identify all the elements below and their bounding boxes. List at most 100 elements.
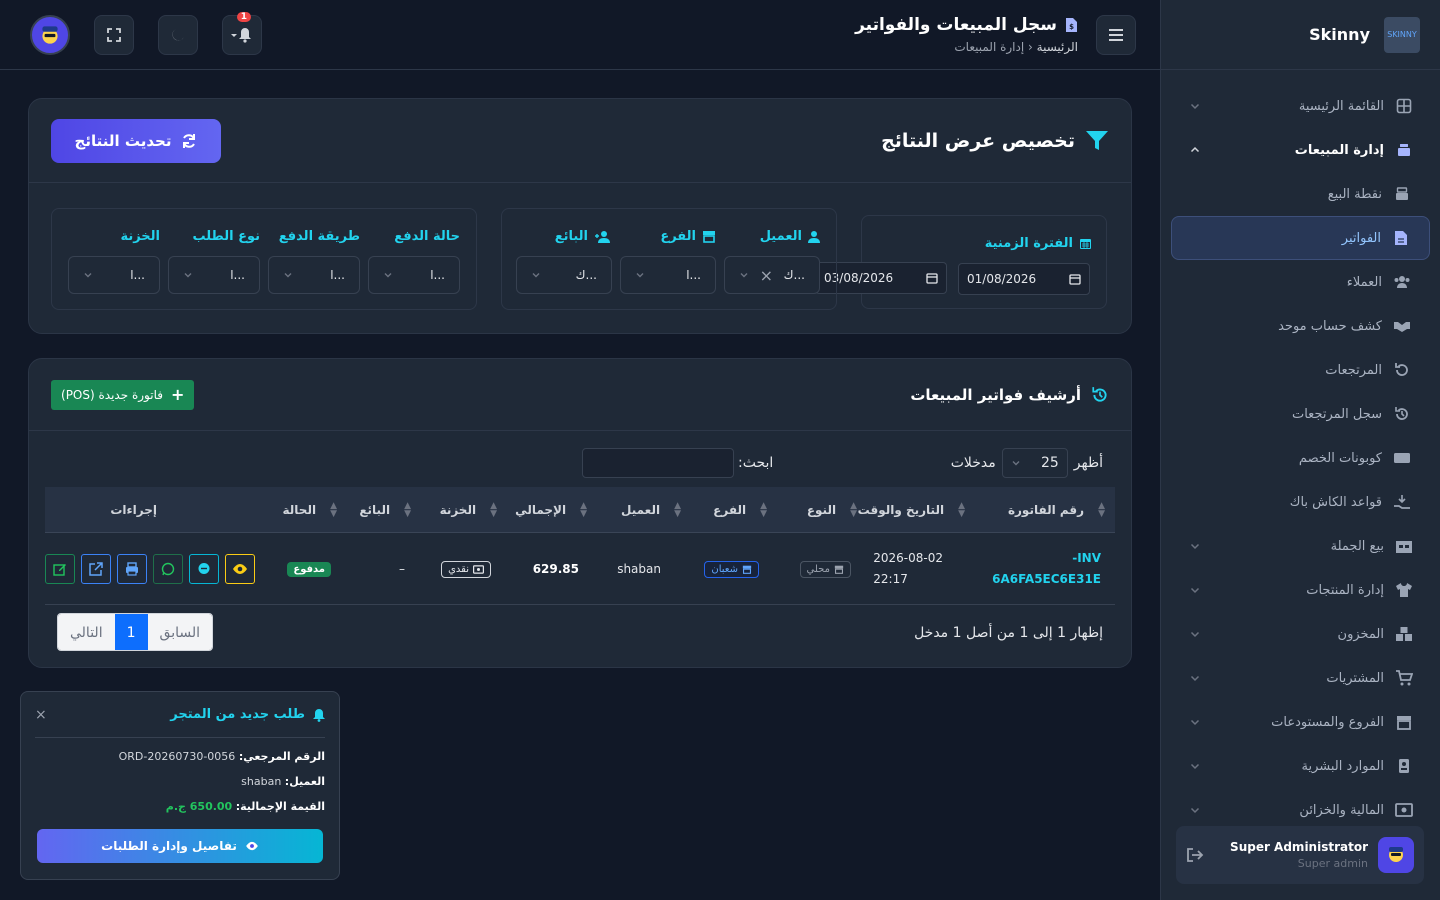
calendar-picker-icon[interactable] — [1069, 273, 1081, 285]
sidebar-item-dashboard[interactable]: القائمة الرئيسية — [1171, 84, 1430, 128]
cell-status: مدفوع — [287, 533, 331, 605]
sidebar-item-pos[interactable]: نقطة البيع — [1171, 172, 1430, 216]
sidebar-item-purchases[interactable]: المشتريات — [1171, 656, 1430, 700]
entries-label: مدخلات — [950, 455, 996, 471]
notifications-button[interactable]: 1 — [222, 11, 262, 55]
pay-status-label: حالة الدفع — [394, 229, 460, 244]
whatsapp-button[interactable] — [153, 554, 183, 584]
bell-icon — [231, 27, 253, 43]
sidebar-item-invoices[interactable]: الفواتير — [1171, 216, 1430, 260]
logout-icon[interactable] — [1186, 847, 1204, 863]
edit-icon — [53, 562, 67, 576]
expand-icon — [107, 27, 121, 42]
sidebar-item-inventory[interactable]: المخزون — [1171, 612, 1430, 656]
treasury-select[interactable]: ا... — [68, 256, 160, 294]
branch-label: الفرع — [660, 229, 716, 244]
search-label: ابحث: — [738, 455, 774, 471]
refresh-results-button[interactable]: تحديث النتائج — [51, 118, 221, 163]
branch-select[interactable]: ا... — [620, 256, 716, 294]
sidebar-item-statement[interactable]: كشف حساب موحد — [1171, 304, 1430, 348]
date-from-value: 01/08/2026 — [967, 272, 1037, 286]
page-length-select[interactable]: 25 — [1001, 448, 1068, 478]
message-button[interactable] — [189, 554, 219, 584]
col-invoice[interactable]: ▲ ▼ رقم الفاتورة — [1008, 487, 1105, 533]
col-type[interactable]: ▲ ▼ النوع — [807, 487, 857, 533]
register-icon — [1394, 140, 1414, 160]
pay-status-select[interactable]: ا... — [368, 256, 460, 294]
order-details-button[interactable]: تفاصيل وإدارة الطلبات — [37, 829, 323, 863]
new-invoice-button[interactable]: + فاتورة جديدة (POS) — [51, 379, 195, 410]
hamburger-icon — [1108, 28, 1124, 42]
chevron-down-icon — [1189, 804, 1201, 816]
ticket-icon — [1392, 448, 1412, 468]
sort-icon: ▲ ▼ — [404, 500, 411, 519]
plus-icon: + — [170, 385, 185, 404]
edit-button[interactable] — [45, 554, 75, 584]
cart-icon — [1394, 668, 1414, 688]
view-button[interactable] — [225, 554, 255, 584]
avatar — [1378, 837, 1414, 873]
open-external-button[interactable] — [81, 554, 111, 584]
archive-title: أرشيف فواتير المبيعات — [910, 386, 1109, 404]
archive-header: أرشيف فواتير المبيعات + فاتورة جديدة (PO… — [29, 359, 1131, 431]
print-button[interactable] — [117, 554, 147, 584]
filter-title: تخصيص عرض النتائج — [881, 130, 1109, 152]
menu-toggle-button[interactable] — [1096, 14, 1136, 55]
search-input[interactable] — [582, 448, 734, 478]
sidebar-item-customers[interactable]: العملاء — [1171, 260, 1430, 304]
user-profile[interactable]: Super Administrator Super admin — [1176, 826, 1424, 884]
fullscreen-button[interactable] — [94, 14, 134, 55]
chevron-down-icon — [1189, 628, 1201, 640]
order-type-label: نوع الطلب — [192, 229, 260, 244]
col-status[interactable]: ▲ ▼ الحالة — [283, 487, 337, 533]
col-branch[interactable]: ▲ ▼ الفرع — [713, 487, 767, 533]
brand[interactable]: SKINNY Skinny — [1161, 0, 1440, 70]
sidebar-item-wholesale[interactable]: بيع الجملة — [1171, 524, 1430, 568]
sidebar-menu: القائمة الرئيسية إدارة المبيعات نقطة الب… — [1161, 70, 1440, 832]
seller-select[interactable]: ك... — [516, 256, 612, 294]
toast-customer-row: العميل: shaban — [35, 775, 325, 788]
col-treasury[interactable]: ▲ ▼ الخزنة — [440, 487, 497, 533]
branch-badge: شعبان — [704, 560, 759, 578]
sidebar-item-branches[interactable]: الفروع والمستودعات — [1171, 700, 1430, 744]
cell-treasury: نقدي — [441, 533, 491, 605]
sidebar-item-products[interactable]: إدارة المنتجات — [1171, 568, 1430, 612]
breadcrumb-home[interactable]: الرئيسية — [1037, 40, 1078, 54]
cell-type: محلي — [799, 533, 851, 605]
calendar-picker-icon[interactable] — [926, 272, 938, 284]
money-icon — [473, 564, 484, 574]
print-icon — [125, 562, 139, 576]
sidebar-item-coupons[interactable]: كوبونات الخصم — [1171, 436, 1430, 480]
chevron-down-icon — [283, 270, 293, 280]
chevron-down-icon — [1189, 760, 1201, 772]
close-icon[interactable]: × — [35, 707, 47, 723]
date-from-input[interactable]: 01/08/2026 — [958, 263, 1090, 295]
clear-icon[interactable]: × — [760, 266, 773, 285]
customer-select[interactable]: × ك... — [724, 256, 820, 294]
sidebar-item-returns[interactable]: المرتجعات — [1171, 348, 1430, 392]
user-name: Super Administrator — [1230, 840, 1368, 854]
col-seller[interactable]: ▲ ▼ البائع — [359, 487, 411, 533]
page-1-button[interactable]: 1 — [114, 614, 148, 650]
pagination: التالي 1 السابق — [57, 613, 213, 651]
sidebar-item-cashback[interactable]: قواعد الكاش باك — [1171, 480, 1430, 524]
prev-page-button[interactable]: السابق — [147, 614, 212, 650]
dark-mode-button[interactable] — [158, 14, 198, 55]
col-total[interactable]: ▲ ▼ الإجمالي — [515, 487, 587, 533]
filter-panel: تخصيص عرض النتائج تحديث النتائج الفترة ا… — [28, 98, 1132, 334]
period-label-text: الفترة الزمنية — [984, 236, 1073, 251]
next-page-button[interactable]: التالي — [58, 614, 115, 650]
sidebar-item-hr[interactable]: الموارد البشرية — [1171, 744, 1430, 788]
col-datetime[interactable]: ▲ ▼ التاريخ والوقت — [858, 487, 965, 533]
pay-method-select[interactable]: ا... — [268, 256, 360, 294]
cell-invoice[interactable]: INV- 6A6FA5EC6E31E — [992, 533, 1101, 605]
col-customer[interactable]: ▲ ▼ العميل — [621, 487, 681, 533]
order-type-select[interactable]: ا... — [168, 256, 260, 294]
user-avatar-button[interactable] — [30, 14, 70, 55]
table-header: ▲ ▼ رقم الفاتورة ▲ ▼ التاريخ والوقت ▲ ▼ النوع … — [45, 487, 1115, 533]
sidebar-item-sales[interactable]: إدارة المبيعات — [1171, 128, 1430, 172]
seller-label-text: البائع — [554, 229, 588, 244]
invoice-dollar-icon: $ — [1065, 17, 1078, 33]
customer-label-text: العميل — [759, 229, 802, 244]
sidebar-item-returns-log[interactable]: سجل المرتجعات — [1171, 392, 1430, 436]
